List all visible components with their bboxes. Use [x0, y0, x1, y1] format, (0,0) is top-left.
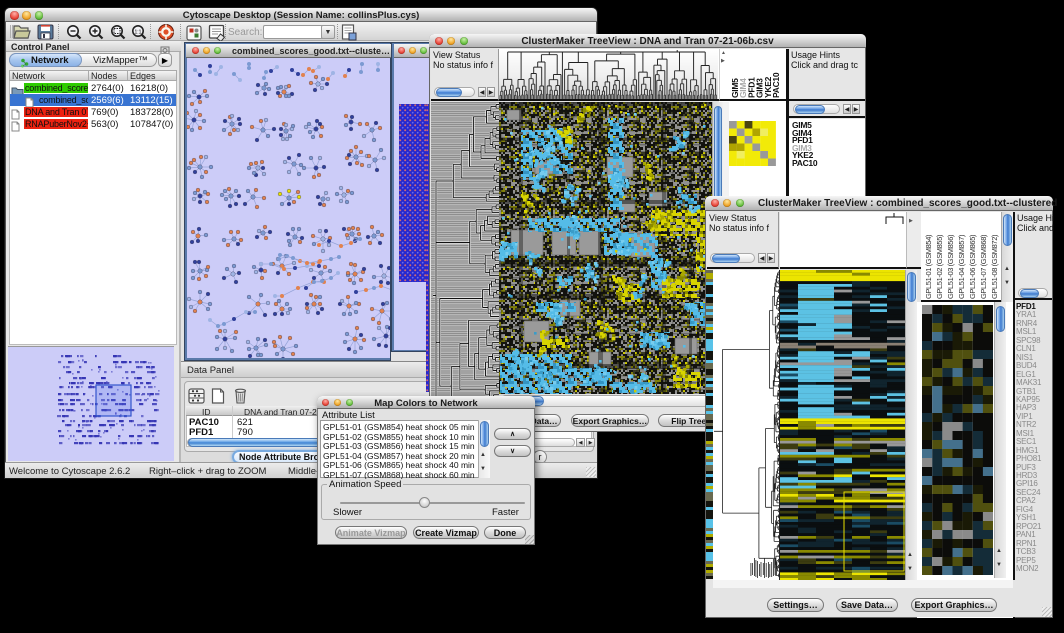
svg-text:GPL51-08 (GSM872): GPL51-08 (GSM872) [990, 234, 999, 299]
svg-text:GPL51-06 (GSM865): GPL51-06 (GSM865) [968, 234, 977, 299]
svg-text:1:1: 1:1 [135, 30, 142, 36]
svg-text:GPL51-02 (GSM855): GPL51-02 (GSM855) [935, 234, 944, 299]
svg-text:PAC10: PAC10 [771, 72, 781, 98]
svg-text:GPL51-01 (GSM854): GPL51-01 (GSM854) [924, 234, 933, 299]
svg-text:GPL51-03 (GSM856): GPL51-03 (GSM856) [946, 234, 955, 299]
svg-text:GPL51-04 (GSM857): GPL51-04 (GSM857) [957, 234, 966, 299]
svg-text:GPL51-07 (GSM868): GPL51-07 (GSM868) [979, 234, 988, 299]
